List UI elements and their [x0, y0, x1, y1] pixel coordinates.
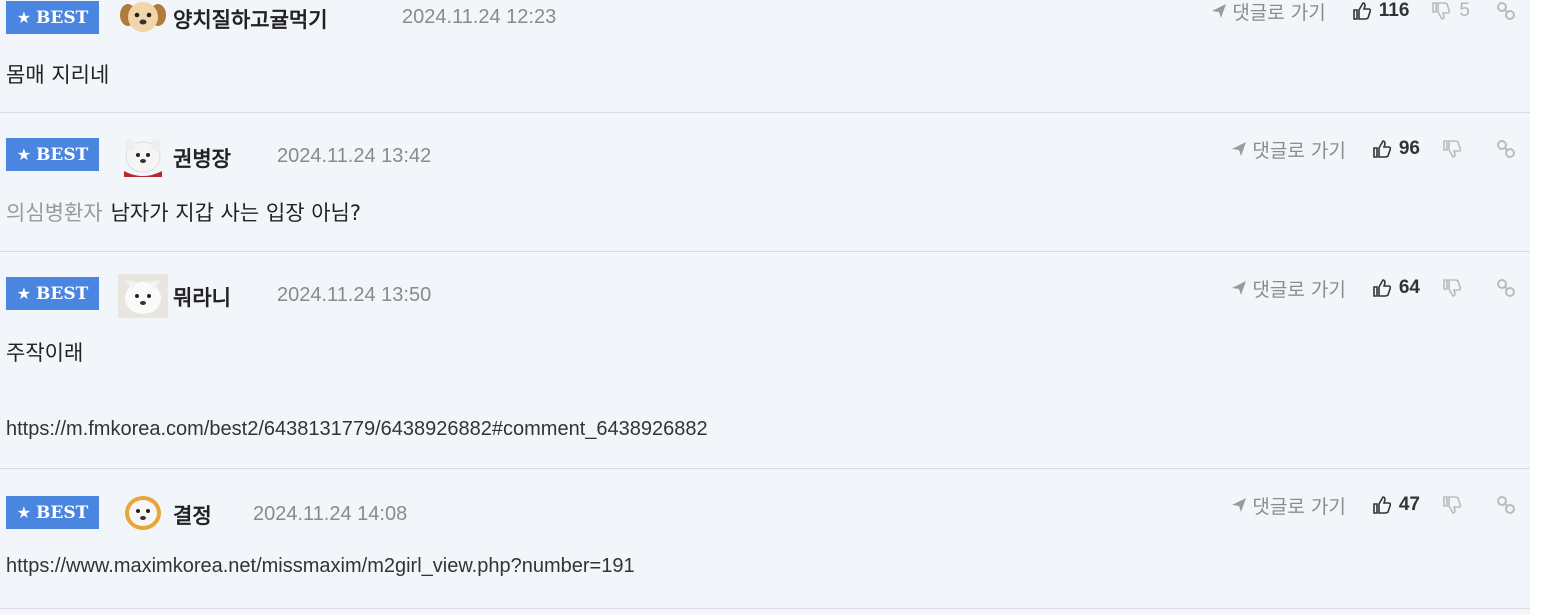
goto-comment-link[interactable]: 댓글로 가기 [1230, 492, 1346, 519]
link-icon[interactable] [1496, 495, 1516, 515]
send-arrow-icon [1212, 4, 1227, 18]
thumbs-down-icon [1432, 2, 1451, 20]
comment-text: 몸매 지리네 [6, 63, 110, 87]
comment-date: 2024.11.24 13:42 [277, 145, 432, 167]
star-icon: ★ [16, 145, 32, 164]
avatar[interactable] [118, 274, 168, 318]
comment-date: 2024.11.24 14:08 [253, 503, 408, 525]
best-badge: ★ BEST [6, 1, 99, 34]
goto-comment-link[interactable]: 댓글로 가기 [1210, 0, 1326, 25]
star-icon: ★ [16, 503, 32, 522]
link-icon[interactable] [1496, 278, 1516, 298]
comment-text: 의심병환자 남자가 지갑 사는 입장 아님? [6, 201, 361, 225]
downvote-button[interactable]: 5 [1431, 0, 1470, 22]
comment-actions: 댓글로 가기 47 [1230, 491, 1516, 519]
thumbs-down-icon [1443, 496, 1462, 514]
comment-actions: 댓글로 가기 96 [1230, 135, 1516, 163]
comment-actions: 댓글로 가기 64 [1230, 274, 1516, 302]
downvote-button[interactable] [1442, 495, 1470, 515]
comment-item: ★ BEST 양치질하고귤먹기 2024.11.24 12:23 댓글로 가기 … [0, 0, 1530, 113]
downvote-button[interactable] [1442, 139, 1470, 159]
send-arrow-icon [1232, 498, 1247, 512]
thumbs-up-icon [1373, 279, 1391, 297]
link-icon[interactable] [1496, 139, 1516, 159]
nickname[interactable]: 양치질하고귤먹기 [173, 4, 328, 34]
best-badge: ★ BEST [6, 138, 99, 171]
goto-comment-link[interactable]: 댓글로 가기 [1230, 136, 1346, 163]
comment-item: ★ BEST 뭐라니 2024.11.24 13:50 댓글로 가기 64 주작… [0, 252, 1530, 469]
avatar[interactable] [118, 0, 168, 39]
comment-date: 2024.11.24 12:23 [402, 6, 557, 28]
comment-list: ★ BEST 양치질하고귤먹기 2024.11.24 12:23 댓글로 가기 … [0, 0, 1530, 614]
upvote-button[interactable]: 116 [1352, 0, 1409, 22]
upvote-button[interactable]: 47 [1372, 494, 1420, 516]
nickname[interactable]: 권병장 [173, 143, 231, 173]
link-icon[interactable] [1496, 1, 1516, 21]
thumbs-down-icon [1443, 140, 1462, 158]
reply-target[interactable]: 의심병환자 [6, 201, 103, 225]
nickname[interactable]: 뭐라니 [173, 282, 231, 312]
thumbs-up-icon [1373, 496, 1391, 514]
upvote-button[interactable]: 64 [1372, 277, 1420, 299]
nickname[interactable]: 결정 [173, 500, 212, 530]
thumbs-up-icon [1352, 2, 1371, 20]
comment-item: ★ BEST 결정 2024.11.24 14:08 댓글로 가기 47 htt… [0, 469, 1530, 609]
upvote-button[interactable]: 96 [1372, 138, 1420, 160]
thumbs-up-icon [1373, 140, 1391, 158]
star-icon: ★ [16, 8, 32, 27]
star-icon: ★ [16, 284, 32, 303]
avatar[interactable] [118, 135, 168, 179]
comment-text: 주작이래 [6, 341, 84, 365]
comment-item: ★ BEST 권병장 2024.11.24 13:42 댓글로 가기 96 의심… [0, 113, 1530, 252]
send-arrow-icon [1232, 281, 1247, 295]
comment-url[interactable]: https://www.maximkorea.net/missmaxim/m2g… [6, 555, 635, 578]
goto-comment-link[interactable]: 댓글로 가기 [1230, 275, 1346, 302]
best-badge: ★ BEST [6, 277, 99, 310]
thumbs-down-icon [1443, 279, 1462, 297]
comment-date: 2024.11.24 13:50 [277, 284, 432, 306]
comment-actions: 댓글로 가기 116 5 [1210, 0, 1516, 25]
best-badge: ★ BEST [6, 496, 99, 529]
downvote-button[interactable] [1442, 278, 1470, 298]
comment-url[interactable]: https://m.fmkorea.com/best2/6438131779/6… [6, 418, 708, 441]
avatar[interactable] [118, 491, 168, 535]
send-arrow-icon [1232, 142, 1247, 156]
